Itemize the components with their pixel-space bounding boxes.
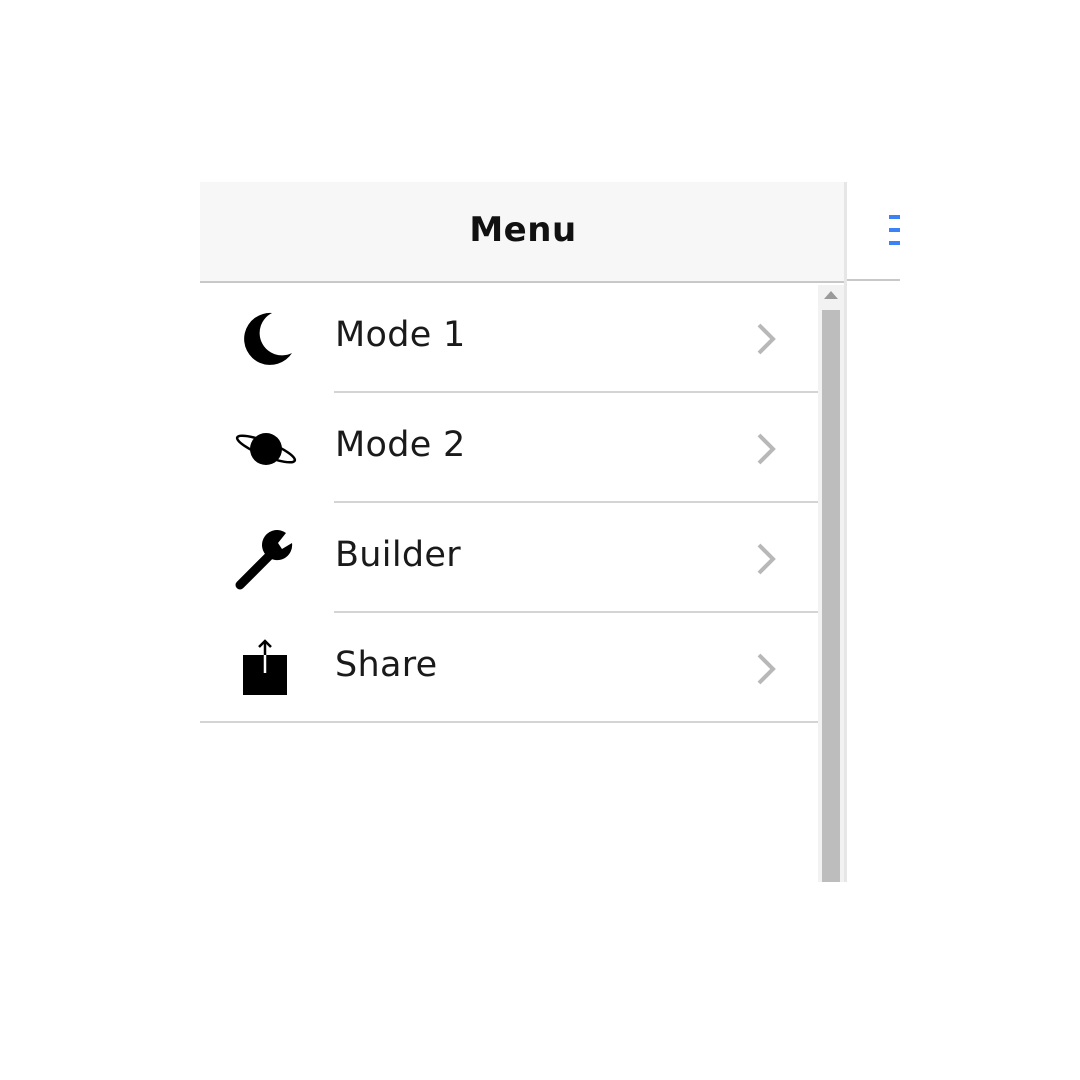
menu-header: Menu bbox=[200, 182, 846, 283]
page-title: Menu bbox=[469, 210, 577, 250]
menu-item-label: Builder bbox=[335, 535, 461, 575]
main-header-peek bbox=[847, 182, 900, 281]
scroll-up-arrow-icon[interactable] bbox=[824, 291, 838, 299]
hamburger-menu-icon[interactable] bbox=[889, 215, 900, 245]
menu-panel: Menu Mode 1 Mode 2 Builder Share bbox=[200, 182, 846, 882]
scrollbar[interactable] bbox=[818, 285, 844, 882]
chevron-right-icon bbox=[757, 543, 776, 575]
wrench-icon bbox=[235, 530, 293, 590]
scrollbar-thumb[interactable] bbox=[822, 310, 840, 882]
menu-list: Mode 1 Mode 2 Builder Share bbox=[200, 283, 818, 723]
menu-item-label: Mode 1 bbox=[335, 315, 466, 355]
menu-item-share[interactable]: Share bbox=[200, 613, 818, 723]
menu-item-mode-1[interactable]: Mode 1 bbox=[200, 283, 818, 393]
chevron-right-icon bbox=[757, 433, 776, 465]
separator bbox=[200, 721, 818, 723]
chevron-right-icon bbox=[757, 653, 776, 685]
moon-icon bbox=[244, 312, 292, 365]
menu-item-label: Share bbox=[335, 645, 438, 685]
panel-divider[interactable] bbox=[844, 182, 847, 882]
planet-icon bbox=[235, 433, 297, 465]
menu-item-builder[interactable]: Builder bbox=[200, 503, 818, 613]
menu-item-label: Mode 2 bbox=[335, 425, 466, 465]
menu-item-mode-2[interactable]: Mode 2 bbox=[200, 393, 818, 503]
screen: Menu Mode 1 Mode 2 Builder Share bbox=[0, 0, 1080, 1080]
share-icon bbox=[243, 639, 287, 695]
chevron-right-icon bbox=[757, 323, 776, 355]
